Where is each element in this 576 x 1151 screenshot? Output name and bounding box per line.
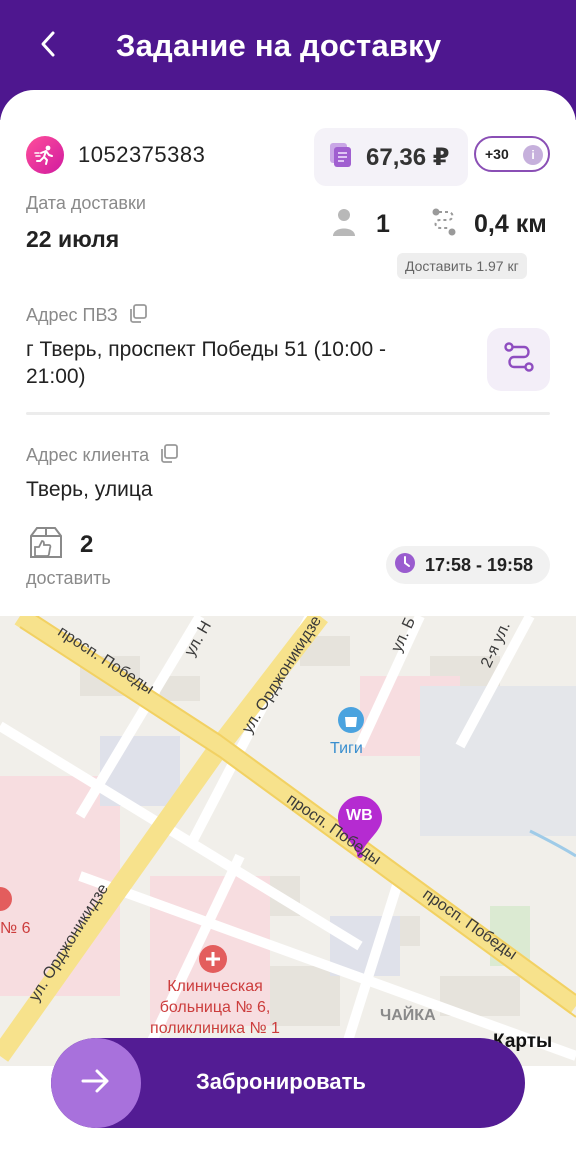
distance-value: 0,4 км <box>474 210 547 238</box>
book-button-circle <box>51 1038 141 1128</box>
person-icon <box>332 207 356 242</box>
route-button[interactable] <box>487 328 550 391</box>
bonus-value: +30 <box>485 146 509 162</box>
client-label-row: Адрес клиента <box>26 443 179 468</box>
price-value: 67,36 ₽ <box>366 143 450 171</box>
poi-label: Тиги <box>330 740 363 757</box>
delivery-date-label: Дата доставки <box>26 193 146 213</box>
price-box: 67,36 ₽ <box>314 128 468 186</box>
time-window: 17:58 - 19:58 <box>425 554 534 575</box>
clock-icon <box>394 552 416 579</box>
map-view[interactable]: просп. Победы ул. Н ул. Орджоникидзе ул.… <box>0 616 576 1066</box>
pvz-address: г Тверь, проспект Победы 51 (10:00 - 21:… <box>26 338 386 388</box>
parcel-count: 2 <box>80 531 94 558</box>
poi-label: Клиническая больница № 6, поликлиника № … <box>150 978 280 1037</box>
page-title: Задание на доставку <box>116 28 442 63</box>
back-button[interactable] <box>28 26 68 66</box>
poi-label: № 6 <box>0 920 31 937</box>
pvz-label: Адрес ПВЗ <box>26 305 118 325</box>
order-row: 1052375383 <box>26 136 205 174</box>
order-number: 1052375383 <box>78 142 206 167</box>
pvz-label-row: Адрес ПВЗ <box>26 303 148 328</box>
persons-stat: 1 <box>332 207 390 242</box>
route-distance-icon <box>430 207 458 242</box>
copy-icon[interactable] <box>128 303 148 328</box>
back-arrow-icon <box>38 30 58 63</box>
persons-count: 1 <box>376 210 390 238</box>
client-label: Адрес клиента <box>26 445 150 465</box>
courier-run-icon <box>26 136 64 174</box>
book-button-label: Забронировать <box>196 1069 366 1094</box>
info-icon[interactable]: i <box>523 145 543 165</box>
weight-chip: Доставить 1.97 кг <box>397 253 527 279</box>
parcel-label: доставить <box>26 568 111 588</box>
book-button[interactable]: Забронировать <box>51 1038 525 1128</box>
parcel-box-icon <box>28 526 64 565</box>
distance-stat: 0,4 км <box>430 207 547 242</box>
arrow-right-icon <box>81 1068 111 1099</box>
bonus-chip[interactable]: +30 i <box>474 136 550 172</box>
time-window-chip: 17:58 - 19:58 <box>386 546 550 584</box>
delivery-date-value: 22 июля <box>26 226 120 252</box>
poi-label: ЧАЙКА <box>380 1007 436 1024</box>
copy-icon[interactable] <box>159 443 179 468</box>
route-icon <box>502 340 536 379</box>
divider <box>26 412 550 415</box>
wb-marker-label: WB <box>346 807 373 824</box>
receipt-stack-icon <box>328 142 354 173</box>
client-address: Тверь, улица <box>26 478 153 501</box>
